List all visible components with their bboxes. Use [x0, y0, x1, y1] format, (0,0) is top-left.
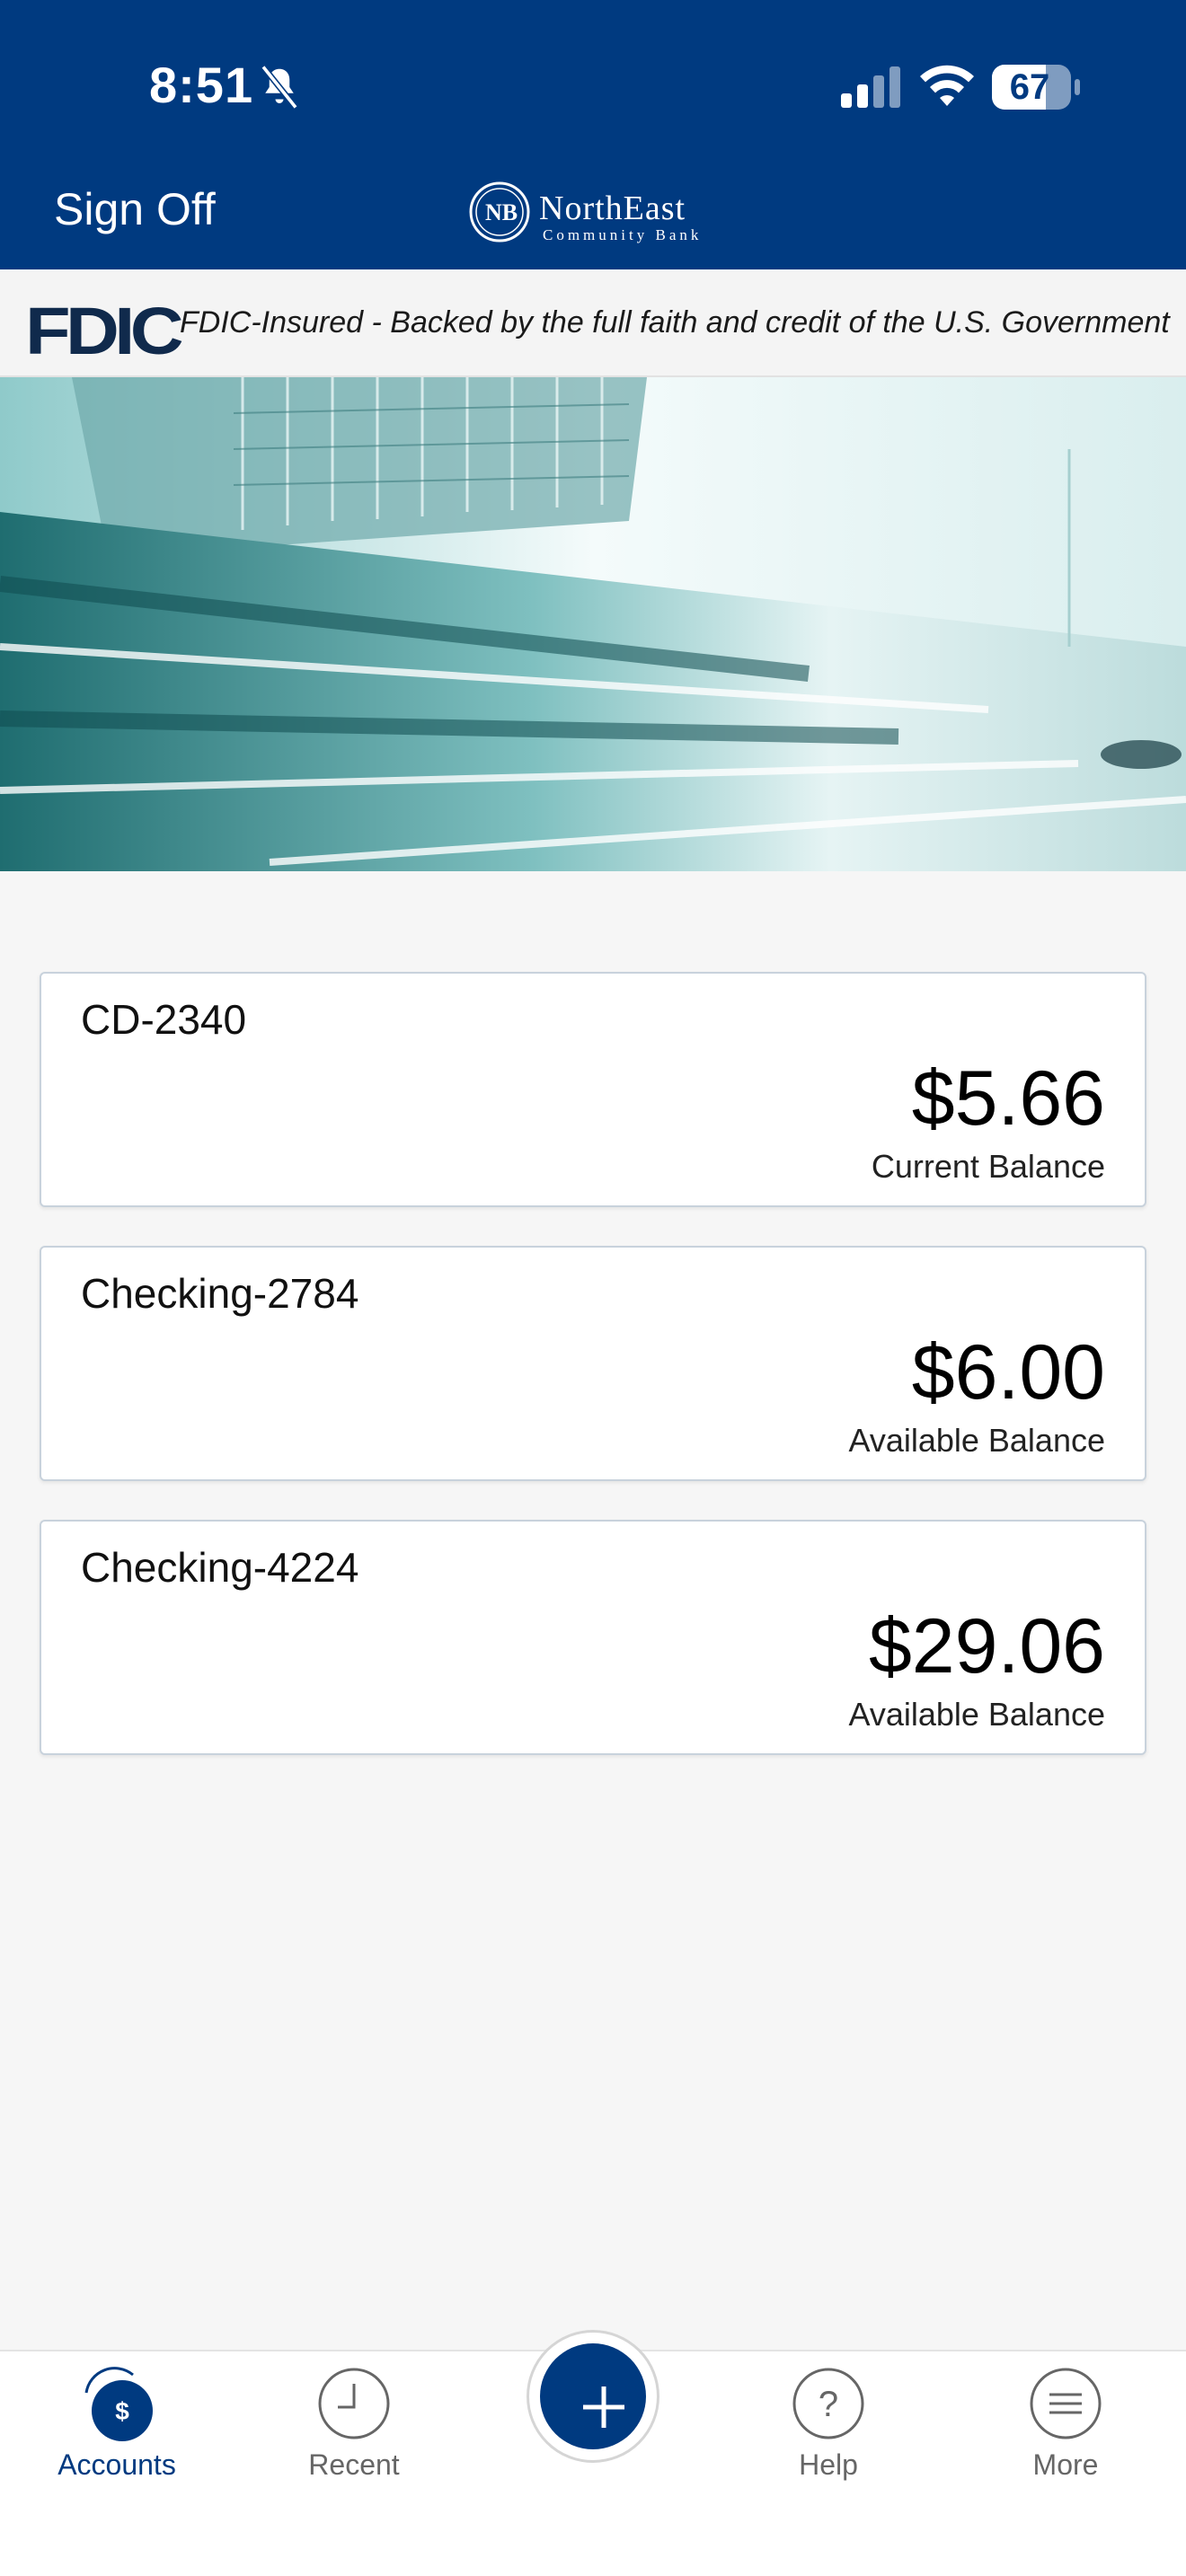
hero-graphic: [0, 377, 1186, 871]
sign-off-button[interactable]: Sign Off: [54, 183, 216, 235]
account-card-checking-2784[interactable]: Checking-2784 $6.00 Available Balance: [40, 1246, 1146, 1481]
account-balance: $6.00: [911, 1329, 1105, 1416]
svg-text:NB: NB: [485, 199, 518, 225]
account-name: Checking-4224: [81, 1544, 359, 1591]
bell-slash-icon: [261, 65, 298, 110]
clock-icon: [318, 2368, 390, 2439]
account-balance: $29.06: [868, 1603, 1105, 1689]
accounts-dollar-icon: $: [84, 2367, 153, 2441]
add-action-button[interactable]: [527, 2330, 659, 2463]
tab-label: Help: [799, 2448, 858, 2481]
account-balance: $5.66: [911, 1055, 1105, 1142]
status-time: 8:51: [149, 57, 254, 113]
tab-more[interactable]: More: [976, 2351, 1155, 2531]
wifi-icon: [920, 65, 974, 106]
battery-level: 67: [1009, 67, 1050, 107]
fdic-text: FDIC-Insured - Backed by the full faith …: [180, 305, 1170, 340]
account-card-cd-2340[interactable]: CD-2340 $5.66 Current Balance: [40, 972, 1146, 1207]
svg-text:$: $: [115, 2397, 129, 2425]
hero-image: [0, 377, 1186, 871]
svg-text:?: ?: [819, 2385, 838, 2424]
fdic-logo: FDIC: [25, 294, 184, 368]
app-header: 8:51 67 Sign Off NB NorthEast Community …: [0, 0, 1186, 269]
tab-recent[interactable]: Recent: [264, 2351, 444, 2531]
account-name: CD-2340: [81, 996, 247, 1043]
cellular-signal-icon: [841, 66, 900, 108]
tab-accounts[interactable]: $ Accounts: [27, 2351, 207, 2531]
account-name: Checking-2784: [81, 1270, 359, 1317]
question-icon: ?: [792, 2368, 864, 2439]
account-card-checking-4224[interactable]: Checking-4224 $29.06 Available Balance: [40, 1520, 1146, 1755]
balance-type-label: Available Balance: [848, 1696, 1105, 1733]
menu-icon: [1030, 2368, 1102, 2439]
tab-help[interactable]: ? Help: [739, 2351, 918, 2531]
tab-label: Recent: [308, 2448, 400, 2481]
balance-type-label: Current Balance: [871, 1148, 1105, 1185]
bank-logo-name: NorthEast: [539, 190, 686, 227]
status-bar: 8:51 67: [0, 0, 1186, 171]
balance-type-label: Available Balance: [848, 1422, 1105, 1459]
plus-icon: [583, 2386, 624, 2428]
fdic-banner: FDIC FDIC-Insured - Backed by the full f…: [0, 269, 1186, 377]
tab-label: Accounts: [58, 2448, 176, 2481]
bank-logo-subtitle: Community Bank: [543, 226, 703, 243]
add-action-circle: [540, 2343, 646, 2449]
tab-label: More: [1032, 2448, 1099, 2481]
